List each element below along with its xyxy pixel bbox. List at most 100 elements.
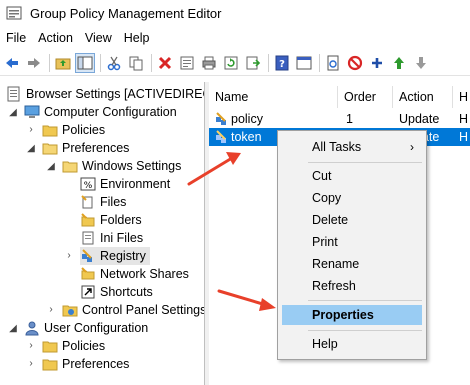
tree-label: Files	[100, 195, 127, 209]
title-bar: Group Policy Management Editor	[0, 0, 470, 26]
expand-chevron-icon[interactable]: ›	[26, 359, 36, 369]
tree-label: Computer Configuration	[44, 105, 177, 119]
copy-icon[interactable]	[126, 53, 146, 73]
tree-user-configuration[interactable]: User Configuration	[24, 319, 148, 337]
folders-icon	[81, 213, 95, 227]
menu-item-refresh[interactable]: Refresh	[278, 276, 426, 296]
menu-item-rename[interactable]: Rename	[278, 254, 426, 274]
menu-file[interactable]: File	[0, 31, 32, 45]
menu-item-delete[interactable]: Delete	[278, 210, 426, 230]
back-icon[interactable]	[2, 53, 22, 73]
tree-cc-preferences[interactable]: Preferences	[42, 139, 129, 157]
tree-label: Windows Settings	[82, 159, 182, 173]
export-list-icon[interactable]	[243, 53, 263, 73]
add-icon[interactable]	[367, 53, 387, 73]
move-down-icon[interactable]	[411, 53, 431, 73]
collapse-chevron-icon[interactable]: ◢	[8, 324, 18, 334]
tree-environment[interactable]: % Environment	[80, 175, 170, 193]
show-hide-tree-icon[interactable]	[75, 52, 95, 73]
collapse-chevron-icon[interactable]: ◢	[8, 108, 18, 118]
folder-open-icon	[42, 143, 58, 155]
menu-item-label: Cut	[312, 169, 332, 183]
column-header-name[interactable]: Name	[215, 90, 248, 104]
menu-item-label: Properties	[312, 308, 374, 322]
new-document-icon[interactable]	[323, 53, 343, 73]
tree-shortcuts[interactable]: Shortcuts	[80, 283, 153, 301]
expand-chevron-icon[interactable]: ›	[26, 341, 36, 351]
menu-view[interactable]: View	[79, 31, 118, 45]
column-header-order[interactable]: Order	[344, 90, 376, 104]
help-icon[interactable]: ?	[272, 53, 292, 73]
tree-label: Folders	[100, 213, 142, 227]
block-icon[interactable]	[345, 53, 365, 73]
delete-icon[interactable]	[155, 53, 175, 73]
registry-item-icon	[216, 112, 226, 125]
row-extra: H	[459, 112, 469, 126]
tree-windows-settings[interactable]: Windows Settings	[62, 157, 181, 175]
tree-label: Environment	[100, 177, 171, 191]
properties-icon[interactable]	[177, 53, 197, 73]
computer-icon	[24, 105, 40, 118]
expand-chevron-icon[interactable]: ›	[64, 251, 74, 261]
environment-icon: %	[80, 177, 96, 191]
row-action: Update	[399, 112, 440, 126]
tree-label: Control Panel Settings	[82, 303, 205, 317]
list-row-policy[interactable]: policy 1 Update H	[209, 110, 470, 128]
cut-icon[interactable]	[104, 53, 124, 73]
tree-control-panel-settings[interactable]: Control Panel Settings	[62, 301, 205, 319]
tree-label: Policies	[62, 123, 106, 137]
tree-label: Shortcuts	[100, 285, 153, 299]
tree-folders[interactable]: Folders	[80, 211, 142, 229]
collapse-chevron-icon[interactable]: ◢	[26, 144, 36, 154]
forward-icon[interactable]	[24, 53, 44, 73]
menu-action[interactable]: Action	[32, 31, 79, 45]
control-panel-icon	[62, 305, 78, 317]
tree-files[interactable]: Files	[80, 193, 126, 211]
menu-item-label: Rename	[312, 257, 360, 271]
context-menu: All Tasks › Cut Copy Delete Print Rename…	[277, 130, 427, 360]
tree-computer-configuration[interactable]: Computer Configuration	[24, 103, 177, 121]
menu-help[interactable]: Help	[118, 31, 156, 45]
tree-uc-preferences[interactable]: Preferences	[42, 355, 129, 373]
column-header-action[interactable]: Action	[399, 90, 434, 104]
column-divider[interactable]	[452, 86, 453, 108]
tree-ini-files[interactable]: Ini Files	[80, 229, 143, 247]
up-folder-icon[interactable]	[53, 53, 73, 73]
menu-item-properties[interactable]: Properties	[282, 305, 422, 325]
move-up-icon[interactable]	[389, 53, 409, 73]
menu-separator	[308, 162, 422, 163]
menu-item-label: Help	[312, 337, 338, 351]
menu-item-help[interactable]: Help	[278, 334, 426, 354]
shortcut-icon	[81, 285, 95, 299]
network-share-icon	[81, 267, 95, 280]
row-name: policy	[231, 112, 263, 126]
console-icon[interactable]	[294, 53, 314, 73]
refresh-icon[interactable]	[221, 53, 241, 73]
tree-pane: Browser Settings [ACTIVEDIRECTC ◢ Comput…	[0, 82, 205, 385]
tree-uc-policies[interactable]: Policies	[42, 337, 105, 355]
registry-icon	[82, 249, 92, 262]
expand-chevron-icon[interactable]: ›	[26, 125, 36, 135]
menu-item-copy[interactable]: Copy	[278, 188, 426, 208]
policy-document-icon	[7, 86, 20, 102]
menu-item-cut[interactable]: Cut	[278, 166, 426, 186]
menu-item-label: Copy	[312, 191, 342, 205]
column-divider[interactable]	[392, 86, 393, 108]
menu-item-label: All Tasks	[312, 140, 362, 154]
expand-chevron-icon[interactable]: ›	[46, 305, 56, 315]
menu-item-label: Delete	[312, 213, 349, 227]
print-icon[interactable]	[199, 53, 219, 73]
column-divider[interactable]	[337, 86, 338, 108]
tree-network-shares[interactable]: Network Shares	[80, 265, 189, 283]
registry-item-icon	[216, 130, 226, 143]
menu-item-print[interactable]: Print	[278, 232, 426, 252]
toolbar: ?	[0, 50, 470, 76]
column-header-extra[interactable]: H	[459, 90, 468, 104]
menu-item-all-tasks[interactable]: All Tasks ›	[278, 137, 426, 157]
tree-root-gpo[interactable]: Browser Settings [ACTIVEDIRECTC	[6, 85, 204, 103]
ini-file-icon	[82, 231, 94, 245]
row-extra: H	[459, 130, 469, 144]
tree-cc-policies[interactable]: Policies	[42, 121, 105, 139]
collapse-chevron-icon[interactable]: ◢	[46, 162, 56, 172]
tree-registry[interactable]: Registry	[80, 247, 150, 265]
